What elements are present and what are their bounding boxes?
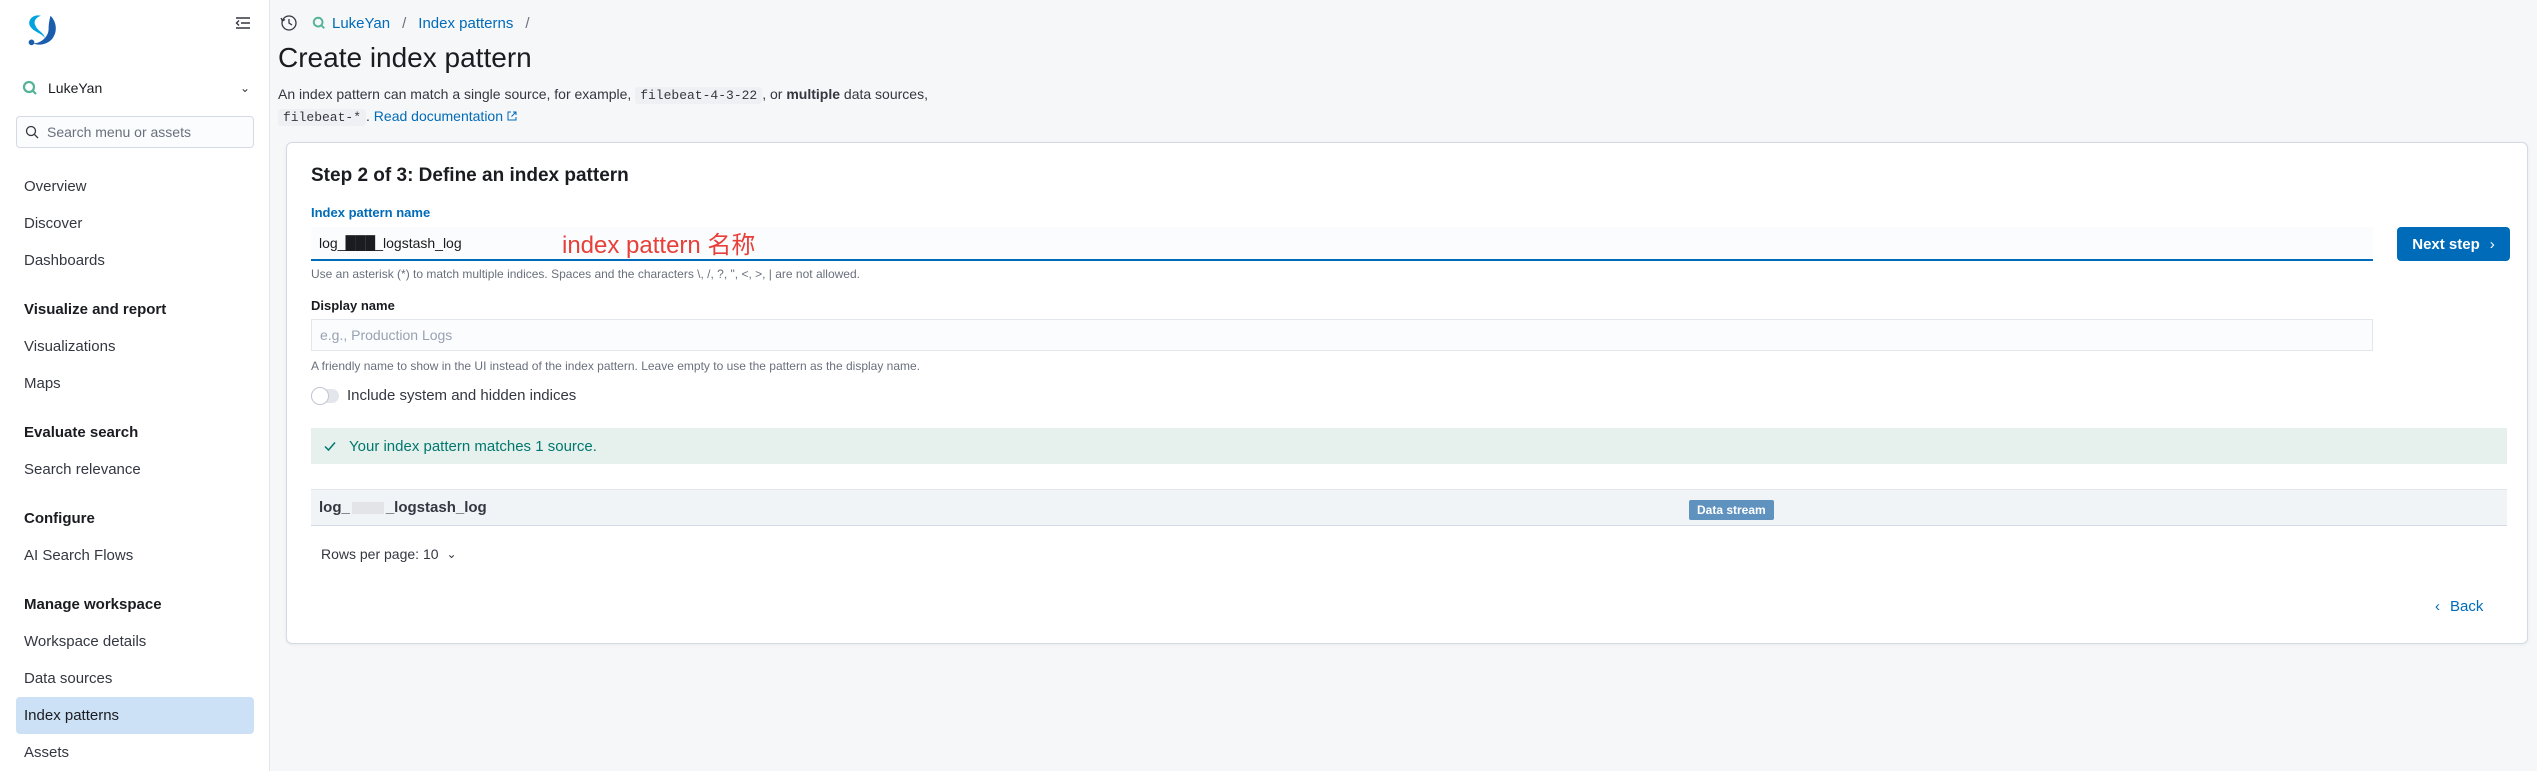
- sidebar-item-data-sources[interactable]: Data sources: [16, 660, 254, 697]
- example-code-multiple: filebeat-*: [278, 109, 367, 126]
- sidebar-item-search-relevance[interactable]: Search relevance: [16, 451, 254, 488]
- display-name-input[interactable]: [311, 319, 2373, 351]
- search-icon: [25, 125, 39, 139]
- chevron-down-icon: ⌄: [239, 81, 250, 95]
- sidebar-item-overview[interactable]: Overview: [16, 168, 254, 205]
- desc-bold: multiple: [786, 86, 841, 102]
- example-code-single: filebeat-4-3-22: [635, 87, 763, 104]
- read-documentation-link[interactable]: Read documentation: [374, 108, 517, 124]
- redacted-text: [351, 502, 384, 515]
- index-pattern-name-label: Index pattern name: [311, 205, 431, 220]
- annotation-label: index pattern 名称: [562, 232, 756, 259]
- main-content: LukeYan / Index patterns / Create index …: [270, 0, 2537, 771]
- sidebar-item-dashboards[interactable]: Dashboards: [16, 242, 254, 279]
- workspace-name: LukeYan: [48, 80, 103, 96]
- source-name: log_ _logstash_log: [319, 499, 487, 516]
- opensearch-logo-icon[interactable]: [22, 12, 60, 50]
- workspace-selector[interactable]: LukeYan ⌄: [22, 76, 250, 100]
- display-name-help: A friendly name to show in the UI instea…: [311, 359, 921, 373]
- desc-text: .: [366, 108, 370, 124]
- page-title: Create index pattern: [278, 42, 532, 73]
- table-row: log_ _logstash_log Data stream: [311, 489, 2507, 526]
- step-title: Step 2 of 3: Define an index pattern: [311, 165, 629, 186]
- menu-search-input[interactable]: [47, 124, 247, 140]
- sidebar-item-workspace-details[interactable]: Workspace details: [16, 623, 254, 660]
- include-hidden-toggle[interactable]: [311, 386, 339, 405]
- breadcrumb-separator: /: [402, 14, 407, 32]
- menu-search: [16, 116, 254, 148]
- desc-text: , or: [762, 86, 783, 102]
- data-stream-badge: Data stream: [1689, 500, 1774, 520]
- desc-text: data sources,: [843, 86, 928, 102]
- sidebar-item-discover[interactable]: Discover: [16, 205, 254, 242]
- breadcrumb-workspace[interactable]: LukeYan: [332, 15, 390, 32]
- sidebar-item-assets[interactable]: Assets: [16, 734, 254, 771]
- chevron-right-icon: ›: [2489, 235, 2495, 253]
- breadcrumb-index-patterns[interactable]: Index patterns: [418, 15, 513, 32]
- sidebar: LukeYan ⌄ Overview Discover Dashboards V…: [0, 0, 270, 771]
- define-index-pattern-panel: Step 2 of 3: Define an index pattern Ind…: [286, 142, 2528, 644]
- match-success-callout: Your index pattern matches 1 source.: [311, 428, 2507, 464]
- next-step-button[interactable]: Next step ›: [2397, 227, 2510, 261]
- sidebar-heading-manage-workspace: Manage workspace: [24, 596, 162, 613]
- history-icon[interactable]: [280, 14, 298, 32]
- chevron-left-icon: ‹: [2435, 598, 2440, 615]
- workspace-icon: [22, 80, 37, 95]
- check-icon: [324, 442, 336, 452]
- sidebar-nav: Overview Discover Dashboards Visualize a…: [16, 168, 254, 771]
- desc-text: An index pattern can match a single sour…: [278, 86, 632, 102]
- callout-text: Your index pattern matches 1 source.: [349, 437, 597, 455]
- sidebar-item-maps[interactable]: Maps: [16, 365, 254, 402]
- breadcrumb: LukeYan / Index patterns /: [280, 12, 542, 34]
- page-description: An index pattern can match a single sour…: [278, 84, 1278, 128]
- include-hidden-toggle-row: Include system and hidden indices: [311, 386, 577, 405]
- index-pattern-name-help: Use an asterisk (*) to match multiple in…: [311, 267, 860, 281]
- display-name-label: Display name: [311, 298, 395, 313]
- sidebar-heading-evaluate: Evaluate search: [24, 424, 139, 441]
- collapse-sidebar-icon[interactable]: [232, 12, 254, 34]
- sidebar-heading-configure: Configure: [24, 510, 95, 527]
- sidebar-item-visualizations[interactable]: Visualizations: [16, 328, 254, 365]
- include-hidden-label: Include system and hidden indices: [347, 387, 577, 404]
- sidebar-heading-visualize: Visualize and report: [24, 301, 167, 318]
- rows-per-page-selector[interactable]: Rows per page: 10 ⌄: [321, 546, 457, 562]
- breadcrumb-separator: /: [525, 14, 530, 32]
- sidebar-item-index-patterns[interactable]: Index patterns: [16, 697, 254, 734]
- chevron-down-icon: ⌄: [446, 547, 457, 561]
- workspace-icon: [312, 16, 325, 29]
- back-button[interactable]: ‹ Back: [2435, 598, 2483, 615]
- sidebar-item-ai-search-flows[interactable]: AI Search Flows: [16, 537, 254, 574]
- external-link-icon: [507, 111, 517, 121]
